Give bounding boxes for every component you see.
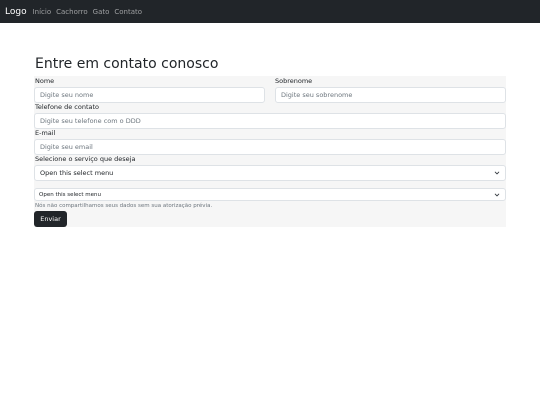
nav-link-inicio[interactable]: Início — [33, 8, 52, 16]
email-label: E-mail — [35, 129, 56, 137]
submit-button-label: Enviar — [40, 215, 61, 223]
first-name-input[interactable]: Digite seu nome — [34, 87, 265, 103]
phone-label: Telefone de contato — [35, 103, 100, 111]
service-select-small[interactable]: Open this select menu — [34, 188, 506, 201]
page-title: Entre em contato conosco — [35, 56, 219, 72]
chevron-down-icon — [494, 171, 500, 175]
email-placeholder: Digite seu email — [40, 143, 93, 151]
first-name-placeholder: Digite seu nome — [40, 91, 94, 99]
chevron-down-icon — [494, 193, 500, 196]
service-select-small-value: Open this select menu — [39, 191, 102, 198]
privacy-help-text: Nós não compartilhamos seus dados sem su… — [35, 203, 213, 209]
nav-link-contato[interactable]: Contato — [114, 8, 142, 16]
first-name-label: Nome — [35, 77, 55, 85]
last-name-input[interactable]: Digite seu sobrenome — [275, 87, 506, 103]
navbar-brand[interactable]: Logo — [5, 7, 27, 17]
nav-link-cachorro[interactable]: Cachorro — [56, 8, 88, 16]
service-label: Selecione o serviço que deseja — [35, 155, 136, 163]
nav-link-gato[interactable]: Gato — [93, 8, 110, 16]
service-select-value: Open this select menu — [40, 169, 114, 177]
last-name-label: Sobrenome — [275, 77, 313, 85]
submit-button[interactable]: Enviar — [34, 211, 67, 227]
service-select[interactable]: Open this select menu — [34, 165, 506, 181]
email-input[interactable]: Digite seu email — [34, 139, 506, 155]
navbar: Logo Início Cachorro Gato Contato — [0, 0, 540, 23]
phone-input[interactable]: Digite seu telefone com o DDD — [34, 113, 506, 129]
phone-placeholder: Digite seu telefone com o DDD — [40, 117, 141, 125]
last-name-placeholder: Digite seu sobrenome — [281, 91, 353, 99]
